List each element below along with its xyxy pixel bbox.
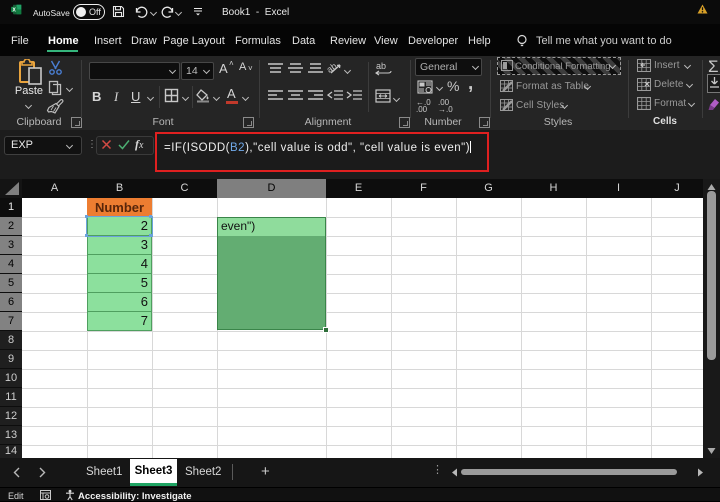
svg-text:ab: ab	[376, 61, 386, 71]
svg-text:X: X	[12, 7, 16, 13]
